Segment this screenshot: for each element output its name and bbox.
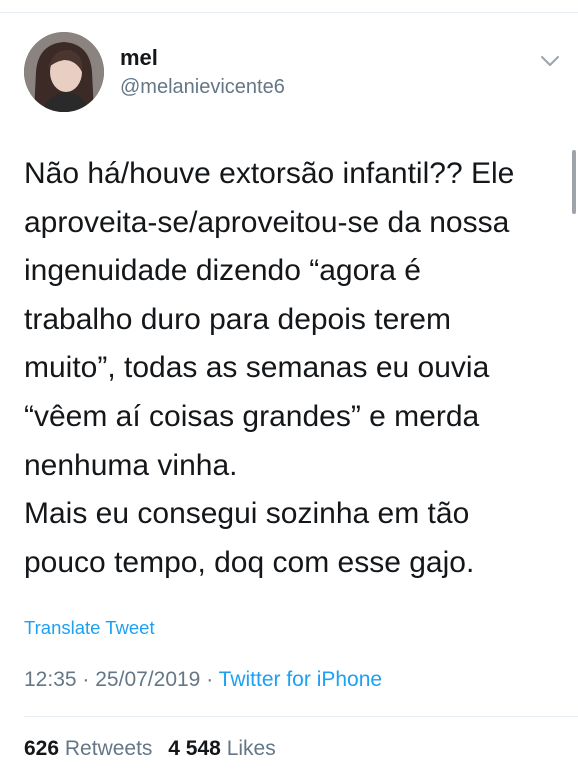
likes-count: 4 548 (168, 737, 221, 760)
meta-separator: · (82, 668, 90, 691)
display-name[interactable]: mel (120, 45, 158, 71)
retweets-count: 626 (24, 737, 60, 760)
user-handle[interactable]: @melanievicente6 (120, 76, 285, 99)
avatar[interactable] (24, 32, 104, 112)
retweets-label: Retweets (64, 737, 153, 760)
tweet-text: Não há/houve extorsão infantil?? Ele apr… (24, 157, 515, 579)
top-divider (0, 12, 578, 13)
tweet-source-link[interactable]: Twitter for iPhone (219, 668, 382, 691)
stats-divider (24, 716, 578, 717)
tweet-time: 12:35 (24, 668, 77, 691)
tweet-meta: 12:35 · 25/07/2019 · Twitter for iPhone (24, 668, 382, 692)
likes-stat[interactable]: 4 548 Likes (168, 737, 275, 760)
retweets-stat[interactable]: 626 Retweets (24, 737, 152, 760)
likes-label: Likes (226, 737, 276, 760)
tweet-stats: 626 Retweets 4 548 Likes (24, 737, 276, 761)
scrollbar[interactable] (572, 150, 576, 214)
meta-separator-2: · (206, 668, 214, 691)
translate-tweet-link[interactable]: Translate Tweet (24, 617, 155, 639)
chevron-down-icon[interactable] (538, 52, 562, 70)
tweet-date: 25/07/2019 (95, 668, 201, 691)
avatar-photo (24, 32, 104, 112)
